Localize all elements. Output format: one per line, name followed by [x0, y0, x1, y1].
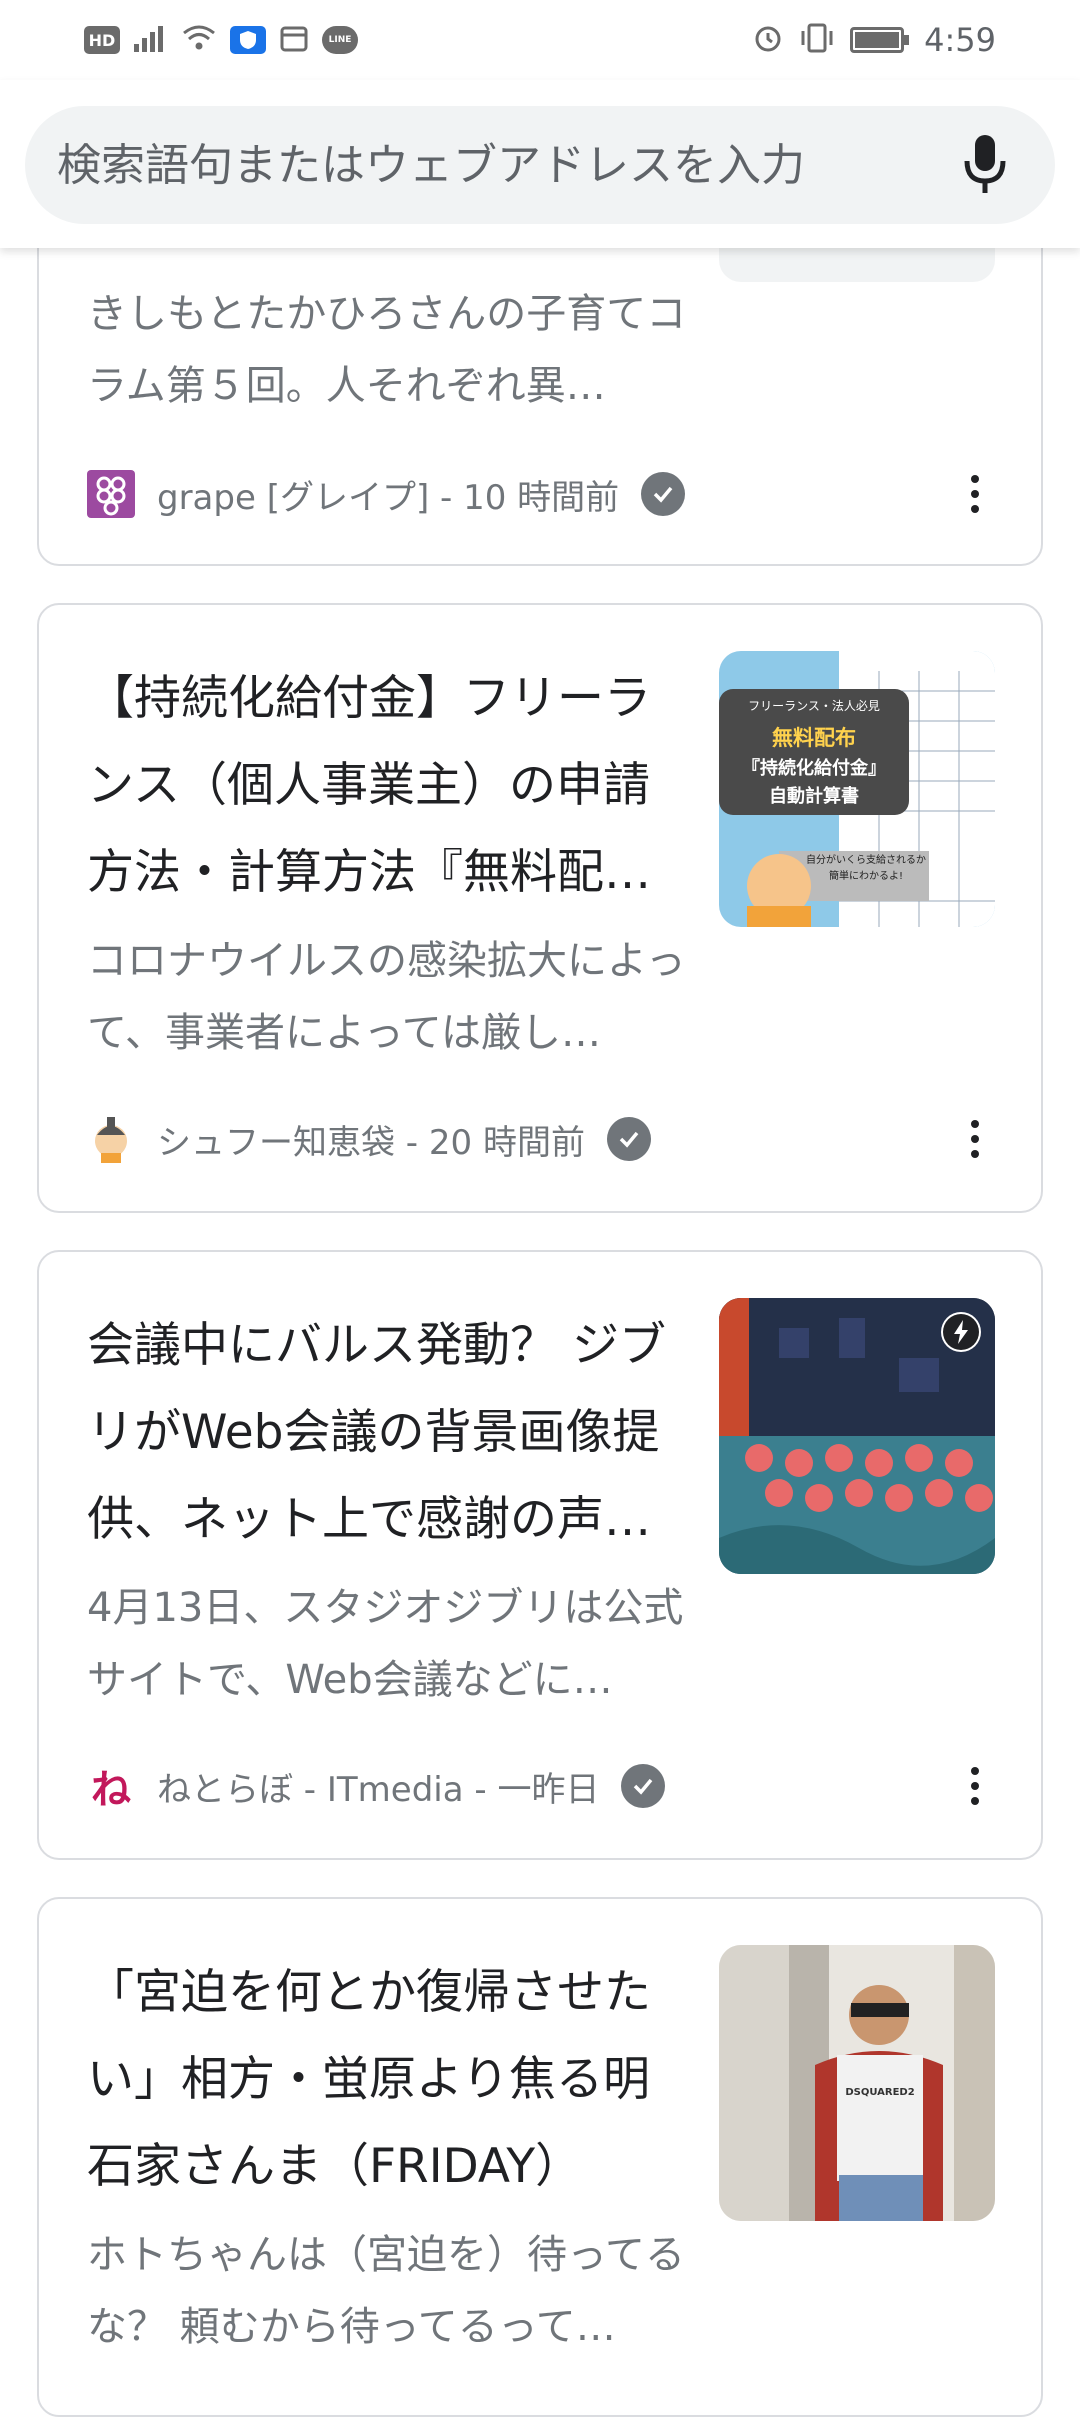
- verified-check-icon: [641, 472, 686, 516]
- more-options-icon[interactable]: [955, 1109, 995, 1169]
- card-snippet: ホトちゃんは（宮迫を）待ってるな？ 頼むから待ってるって…: [87, 2232, 685, 2350]
- news-card[interactable]: 会議中にバルス発動？ ジブリがWeb会議の背景画像提供、ネット上で感謝の声… 4…: [37, 1250, 1043, 1860]
- card-title[interactable]: 「宮迫を何とか復帰させたい」相方・蛍原より焦る明石家さんま（FRIDAY）: [87, 1949, 687, 2210]
- card-thumbnail[interactable]: フリーランス・法人必見 無料配布 『持続化給付金』 自動計算書 自分がいくら支給…: [719, 651, 995, 927]
- vibrate-icon: [798, 23, 836, 57]
- search-bar[interactable]: [25, 106, 1055, 224]
- calendar-icon: [280, 24, 308, 56]
- wifi-icon: [182, 24, 216, 56]
- more-options-icon[interactable]: [955, 1756, 995, 1816]
- card-snippet: コロナウイルスの感染拡大によって、事業者によっては厳し…: [87, 938, 686, 1056]
- status-right: 4:59: [752, 21, 996, 59]
- card-source[interactable]: ねとらぼ - ITmedia - 一昨日: [157, 1762, 599, 1811]
- thumb-text: 自動計算書: [769, 786, 859, 807]
- card-thumbnail[interactable]: DSQUARED2: [719, 1945, 995, 2221]
- thumb-text: 自分がいくら支給されるか: [806, 855, 926, 866]
- card-footer: シュフー知恵袋 - 20 時間前: [87, 1107, 995, 1171]
- alarm-icon: [752, 22, 784, 58]
- grape-logo-icon: [87, 470, 135, 518]
- hd-badge: HD: [84, 26, 120, 54]
- card-footer: ね ねとらぼ - ITmedia - 一昨日: [87, 1754, 995, 1818]
- battery-icon: [850, 27, 910, 53]
- more-options-icon[interactable]: [955, 464, 995, 524]
- search-input[interactable]: [55, 138, 955, 192]
- card-source[interactable]: grape [グレイプ] - 10 時間前: [157, 470, 619, 519]
- card-thumbnail[interactable]: [719, 1298, 995, 1574]
- card-source[interactable]: シュフー知恵袋 - 20 時間前: [157, 1115, 585, 1164]
- search-header: [0, 80, 1080, 248]
- status-left: HD LINE: [84, 24, 358, 56]
- card-title[interactable]: 【持続化給付金】フリーランス（個人事業主）の申請方法・計算方法『無料配…: [87, 655, 687, 916]
- card-title[interactable]: 会議中にバルス発動？ ジブリがWeb会議の背景画像提供、ネット上で感謝の声…: [87, 1302, 687, 1563]
- thumb-text: 無料配布: [772, 726, 856, 750]
- news-card[interactable]: 【持続化給付金】フリーランス（個人事業主）の申請方法・計算方法『無料配… コロナ…: [37, 603, 1043, 1213]
- shield-icon: [230, 26, 266, 54]
- shufoo-logo-icon: [87, 1115, 135, 1163]
- line-app-icon: LINE: [322, 26, 358, 54]
- netorabo-logo-char: ね: [91, 1767, 131, 1813]
- thumb-text: 簡単にわかるよ!: [828, 871, 903, 882]
- netorabo-logo-icon: ね: [87, 1762, 135, 1813]
- thumb-text: DSQUARED2: [845, 2087, 915, 2098]
- signal-icon: [134, 24, 168, 56]
- news-feed: きしもとたかひろさんの子育てコラム第５回。人それぞれ異… grape [グレイプ…: [0, 0, 1080, 2417]
- card-footer: grape [グレイプ] - 10 時間前: [87, 462, 995, 526]
- card-snippet: きしもとたかひろさんの子育てコラム第５回。人それぞれ異…: [87, 291, 687, 409]
- thumb-text: フリーランス・法人必見: [748, 699, 880, 713]
- status-bar: HD LINE 4:59: [0, 0, 1080, 80]
- verified-check-icon: [606, 1117, 651, 1161]
- card-snippet: 4月13日、スタジオジブリは公式サイトで、Web会議などに…: [87, 1585, 684, 1703]
- verified-check-icon: [621, 1764, 666, 1808]
- clock-time: 4:59: [924, 21, 996, 59]
- mic-icon[interactable]: [955, 130, 1015, 200]
- amp-lightning-icon: [941, 1312, 981, 1352]
- news-card[interactable]: 「宮迫を何とか復帰させたい」相方・蛍原より焦る明石家さんま（FRIDAY） ホト…: [37, 1897, 1043, 2417]
- thumb-text: 『持続化給付金』: [742, 758, 886, 779]
